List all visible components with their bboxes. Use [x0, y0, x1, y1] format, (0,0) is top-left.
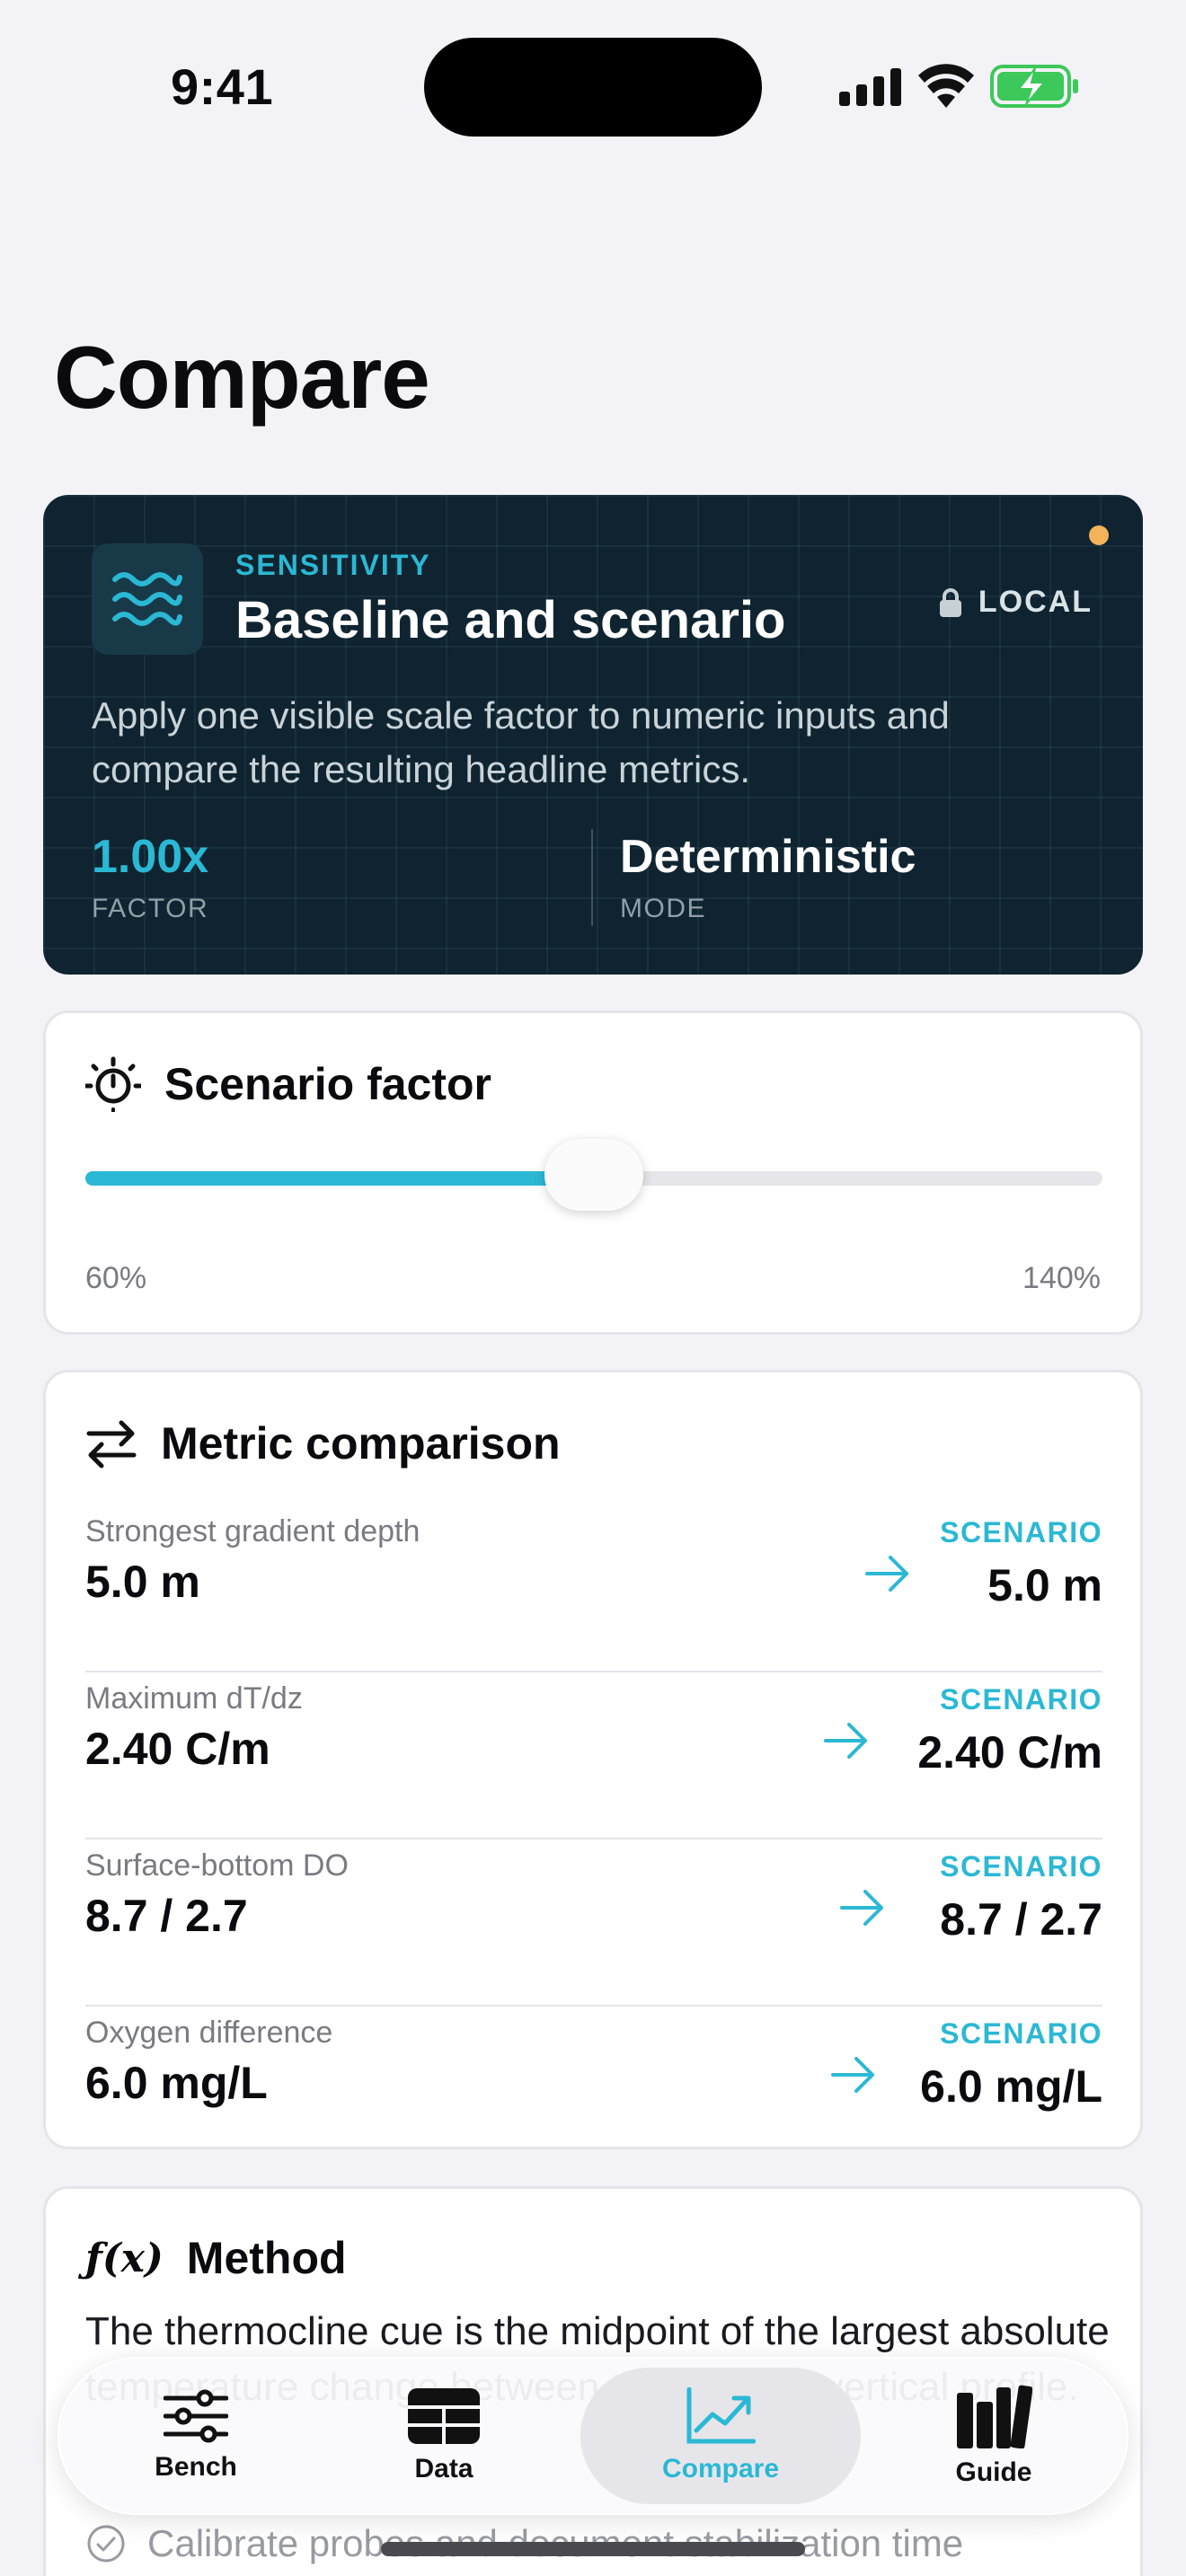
metric-comparison-header: Metric comparison	[85, 1417, 561, 1469]
factor-value: 1.00x	[92, 831, 209, 883]
scenario-tag: SCENARIO	[940, 2017, 1102, 2050]
waves-icon	[92, 543, 203, 655]
status-dot	[1089, 525, 1109, 545]
tab-compare[interactable]: Compare	[580, 2368, 861, 2504]
status-bar: 9:41	[0, 0, 1186, 171]
metric-scenario: SCENARIO 8.7 / 2.7	[940, 1848, 1102, 1947]
scenario-tag: SCENARIO	[940, 1683, 1102, 1716]
scenario-tag: SCENARIO	[940, 1516, 1102, 1548]
tab-guide[interactable]: Guide	[895, 2357, 1093, 2515]
table-icon	[408, 2388, 480, 2444]
sliders-icon	[164, 2389, 228, 2443]
slider-fill	[85, 1171, 594, 1186]
metric-label: Maximum dT/dz	[85, 1681, 303, 1716]
factor-stat: 1.00x FACTOR	[92, 829, 208, 924]
metric-baseline-value: 5.0 m	[85, 1557, 200, 1607]
tab-bar: Bench Data Compare Guide	[58, 2357, 1128, 2515]
local-badge-label: LOCAL	[978, 585, 1093, 619]
stat-divider	[591, 829, 593, 926]
chart-line-icon	[686, 2387, 756, 2444]
scenario-factor-card: Scenario factor 60% 140%	[43, 1010, 1143, 1335]
home-indicator	[381, 2542, 805, 2556]
battery-charging-icon	[990, 65, 1078, 108]
mode-stat: Deterministic MODE	[620, 829, 916, 924]
mode-value: Deterministic	[620, 831, 916, 883]
scenario-factor-title: Scenario factor	[164, 1059, 492, 1109]
page-title: Compare	[54, 328, 430, 427]
metric-scenario-value: 5.0 m	[987, 1560, 1102, 1610]
arrow-right-icon	[824, 1723, 867, 1759]
timer-icon	[85, 1056, 141, 1112]
metric-scenario-value: 6.0 mg/L	[920, 2061, 1102, 2112]
swap-arrows-icon	[86, 1420, 137, 1469]
metric-label: Surface-bottom DO	[85, 1848, 349, 1883]
function-icon: ƒ(x)	[85, 2235, 164, 2281]
status-time: 9:41	[171, 58, 274, 115]
wifi-icon	[918, 64, 974, 108]
metric-baseline-value: 8.7 / 2.7	[85, 1891, 248, 1941]
metric-scenario-value: 2.40 C/m	[917, 1727, 1102, 1778]
hero-eyebrow: SENSITIVITY	[235, 549, 431, 581]
sensitivity-hero-card: SENSITIVITY Baseline and scenario LOCAL …	[43, 495, 1143, 975]
metric-label: Strongest gradient depth	[85, 1514, 420, 1548]
slider-thumb[interactable]	[544, 1139, 643, 1211]
factor-label: FACTOR	[92, 894, 209, 923]
books-icon	[957, 2385, 1032, 2448]
arrow-right-icon	[831, 2057, 874, 2093]
scenario-tag: SCENARIO	[940, 1850, 1102, 1883]
slider-max-label: 140%	[1022, 1261, 1101, 1295]
tab-label: Guide	[955, 2457, 1032, 2487]
metric-baseline-value: 2.40 C/m	[85, 1724, 270, 1774]
metric-row: Strongest gradient depth 5.0 m SCENARIO …	[85, 1505, 1102, 1672]
metric-scenario: SCENARIO 6.0 mg/L	[920, 2016, 1102, 2114]
hero-description: Apply one visible scale factor to numeri…	[92, 694, 950, 790]
arrow-right-icon	[865, 1556, 908, 1592]
tab-bench[interactable]: Bench	[93, 2357, 298, 2515]
metric-row: Surface-bottom DO 8.7 / 2.7 SCENARIO 8.7…	[85, 1839, 1102, 2007]
tab-label: Compare	[661, 2454, 780, 2483]
metric-scenario-value: 8.7 / 2.7	[940, 1894, 1102, 1945]
metric-label: Oxygen difference	[85, 2016, 333, 2050]
arrow-right-icon	[840, 1890, 883, 1926]
scenario-factor-slider[interactable]	[85, 1139, 1102, 1211]
lock-icon	[939, 587, 961, 617]
metric-row: Oxygen difference 6.0 mg/L SCENARIO 6.0 …	[85, 2007, 1102, 2141]
method-title: Method	[186, 2233, 347, 2283]
method-header: ƒ(x) Method	[85, 2232, 347, 2284]
metric-row: Maximum dT/dz 2.40 C/m SCENARIO 2.40 C/m	[85, 1672, 1102, 1839]
metric-comparison-card: Metric comparison Strongest gradient dep…	[43, 1370, 1143, 2149]
mode-label: MODE	[620, 894, 706, 923]
metric-scenario: SCENARIO 2.40 C/m	[917, 1681, 1102, 1780]
cellular-signal-icon	[839, 68, 901, 106]
metric-comparison-title: Metric comparison	[161, 1418, 561, 1469]
checkmark-circle-icon	[87, 2525, 125, 2563]
hero-title: Baseline and scenario	[235, 591, 786, 649]
metric-scenario: SCENARIO 5.0 m	[940, 1514, 1102, 1613]
metric-baseline-value: 6.0 mg/L	[85, 2058, 268, 2108]
dynamic-island	[424, 38, 762, 137]
scenario-factor-header: Scenario factor	[85, 1056, 491, 1112]
slider-min-label: 60%	[85, 1261, 147, 1295]
local-badge: LOCAL	[939, 585, 1093, 620]
tab-label: Data	[414, 2454, 474, 2483]
tab-label: Bench	[155, 2452, 237, 2482]
tab-data[interactable]: Data	[336, 2357, 552, 2515]
